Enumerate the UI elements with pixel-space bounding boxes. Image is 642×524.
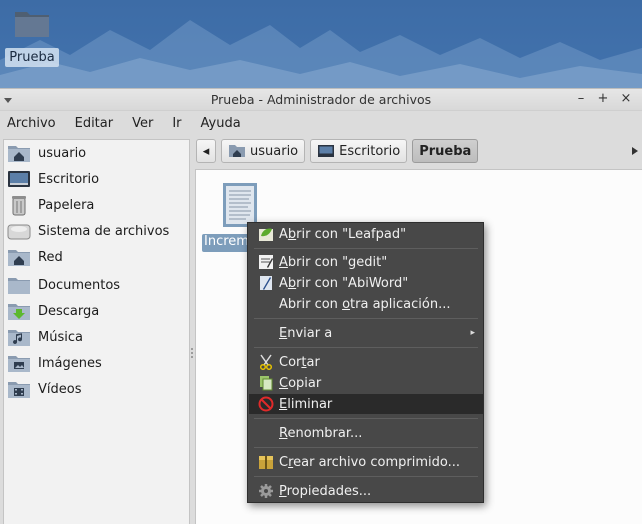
pictures-folder-icon [6,352,32,374]
gear-icon [257,483,275,499]
sidebar-item-videos[interactable]: Vídeos [6,377,81,401]
menu-archivo[interactable]: Archivo [7,116,56,131]
archive-icon [257,454,275,470]
menu-ir[interactable]: Ir [172,116,181,131]
leafpad-icon [257,226,275,242]
home-folder-icon [6,142,32,164]
menu-ayuda[interactable]: Ayuda [201,116,241,131]
window-title: Prueba - Administrador de archivos [210,92,432,107]
close-button[interactable]: × [619,92,633,106]
sidebar-item-musica[interactable]: Música [6,325,83,349]
desktop-icon-label: Prueba [5,48,59,67]
home-folder-icon [229,145,245,157]
path-crumb-prueba[interactable]: Prueba [412,139,479,163]
file-name-label[interactable]: Incremento [202,234,252,252]
menu-item-delete[interactable]: Eliminar [249,394,483,414]
desktop-folder-prueba[interactable]: Prueba [5,6,59,70]
path-crumb-usuario[interactable]: usuario [221,139,306,163]
menu-item-open-leafpad[interactable]: Abrir con "Leafpad" [249,224,483,244]
menu-editar[interactable]: Editar [75,116,114,131]
sidebar-item-sistema-de-archivos[interactable]: Sistema de archivos [6,219,169,243]
menu-item-open-other-app[interactable]: Abrir con otra aplicación... [249,294,483,314]
maximize-button[interactable]: + [596,92,610,106]
download-folder-icon [6,300,32,322]
path-crumb-label: usuario [250,143,299,159]
desktop-wallpaper [0,20,642,90]
sidebar-item-descarga[interactable]: Descarga [6,299,99,323]
sidebar-item-red[interactable]: Red [6,245,63,269]
menu-item-properties[interactable]: Propiedades... [249,481,483,501]
path-back-button[interactable]: ◂ [196,139,216,163]
path-scroll-right-icon[interactable] [628,139,642,163]
folder-icon [15,12,49,37]
menu-separator [254,447,478,448]
menu-item-open-gedit[interactable]: Abrir con "gedit" [249,252,483,272]
menu-item-open-abiword[interactable]: Abrir con "AbiWord" [249,273,483,293]
path-bar: ◂ usuario Escritorio Prueba [196,139,483,163]
scissors-icon [257,354,275,370]
abiword-icon [257,275,275,291]
sidebar-item-imagenes[interactable]: Imágenes [6,351,102,375]
menu-separator [254,418,478,419]
menu-item-cut[interactable]: Cortar [249,352,483,372]
trash-icon [6,194,32,216]
menu-ver[interactable]: Ver [132,116,153,131]
desktop-icon [6,168,32,190]
submenu-arrow-icon: ▸ [470,328,475,338]
videos-folder-icon [6,378,32,400]
menu-item-compress[interactable]: Crear archivo comprimido... [249,452,483,472]
copy-icon [257,375,275,391]
menu-item-rename[interactable]: Renombrar... [249,423,483,443]
sidebar: usuario Escritorio Papelera Sistema de a… [3,139,190,524]
drive-icon [6,220,32,242]
context-menu: Abrir con "Leafpad" Abrir con "gedit" Ab… [247,222,484,503]
network-folder-icon [6,246,32,268]
menu-separator [254,318,478,319]
sidebar-item-documentos[interactable]: Documentos [6,273,120,297]
gedit-icon [257,254,275,270]
titlebar: Prueba - Administrador de archivos – + × [0,89,642,111]
menu-item-copy[interactable]: Copiar [249,373,483,393]
menu-separator [254,347,478,348]
menubar: Archivo Editar Ver Ir Ayuda [0,111,642,135]
sidebar-item-escritorio[interactable]: Escritorio [6,167,99,191]
music-folder-icon [6,326,32,348]
sidebar-item-usuario[interactable]: usuario [6,141,86,165]
delete-icon [257,396,275,412]
minimize-button[interactable]: – [574,92,588,106]
path-crumb-escritorio[interactable]: Escritorio [310,139,408,163]
menu-separator [254,476,478,477]
menu-separator [254,248,478,249]
sidebar-item-papelera[interactable]: Papelera [6,193,94,217]
path-crumb-label: Escritorio [339,143,401,159]
menu-item-send-to[interactable]: Enviar a ▸ [249,323,483,343]
desktop-icon [318,145,335,157]
pane-splitter-handle[interactable] [190,347,194,359]
folder-icon [6,274,32,296]
